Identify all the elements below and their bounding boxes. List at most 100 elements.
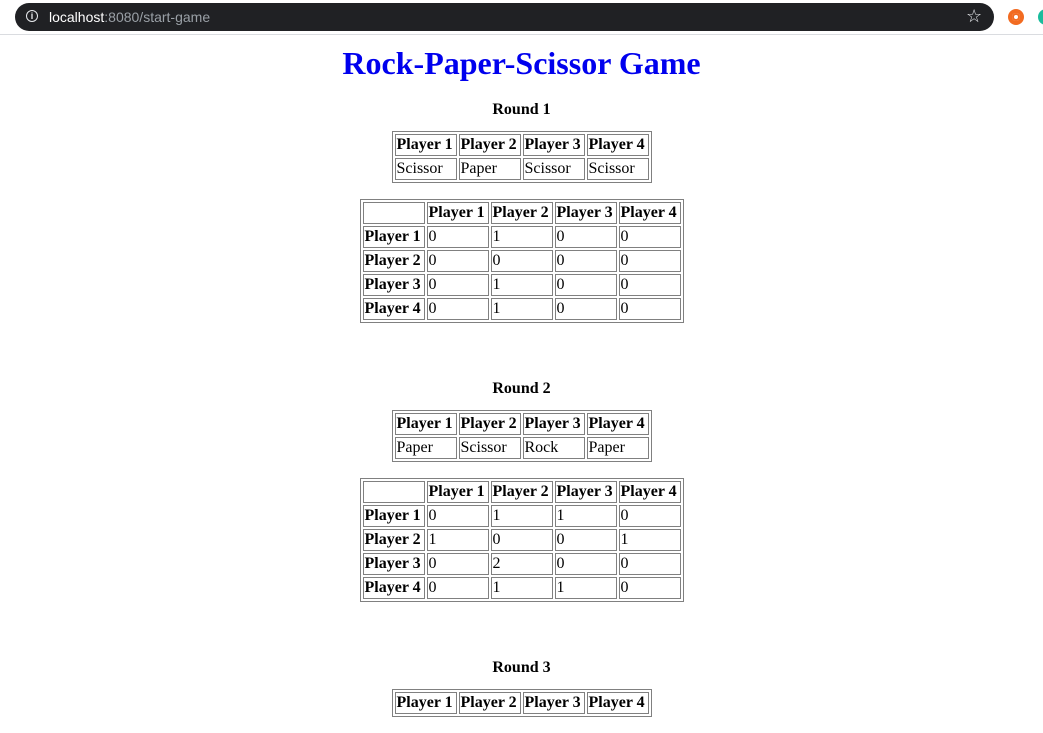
column-header: Player 1 — [394, 134, 457, 156]
table-row: Player 4 0 1 0 0 — [362, 298, 681, 320]
round-section: Round 1 Player 1 Player 2 Player 3 Playe… — [0, 92, 1043, 323]
choice-cell: Scissor — [458, 437, 521, 459]
column-header: Player 4 — [618, 481, 681, 503]
url-path: :8080/start-game — [104, 9, 211, 25]
corner-cell — [362, 202, 425, 224]
column-header: Player 2 — [458, 413, 521, 435]
matrix-cell: 1 — [618, 529, 681, 551]
choices-table: Player 1 Player 2 Player 3 Player 4 Pape… — [391, 410, 652, 462]
choice-cell: Scissor — [586, 158, 649, 180]
row-header: Player 1 — [362, 505, 425, 527]
score-matrix-table: Player 1 Player 2 Player 3 Player 4 Play… — [359, 199, 684, 323]
column-header: Player 2 — [490, 202, 553, 224]
matrix-cell: 1 — [490, 274, 553, 296]
matrix-cell: 0 — [426, 274, 489, 296]
matrix-cell: 0 — [618, 298, 681, 320]
column-header: Player 1 — [394, 692, 457, 714]
column-header: Player 4 — [586, 692, 649, 714]
matrix-cell: 0 — [554, 226, 617, 248]
choices-table: Player 1 Player 2 Player 3 Player 4 — [391, 689, 652, 717]
table-header-row: Player 1 Player 2 Player 3 Player 4 — [394, 692, 649, 714]
round-section: Round 2 Player 1 Player 2 Player 3 Playe… — [0, 323, 1043, 602]
matrix-cell: 1 — [554, 505, 617, 527]
column-header: Player 2 — [458, 134, 521, 156]
extension-icon[interactable] — [1008, 9, 1024, 25]
matrix-cell: 0 — [426, 226, 489, 248]
column-header: Player 3 — [554, 481, 617, 503]
column-header: Player 3 — [522, 692, 585, 714]
choice-cell: Paper — [394, 437, 457, 459]
matrix-cell: 2 — [490, 553, 553, 575]
table-row: Player 4 0 1 1 0 — [362, 577, 681, 599]
matrix-cell: 1 — [490, 226, 553, 248]
column-header: Player 2 — [490, 481, 553, 503]
matrix-cell: 0 — [618, 226, 681, 248]
row-header: Player 2 — [362, 529, 425, 551]
row-header: Player 2 — [362, 250, 425, 272]
matrix-cell: 0 — [554, 250, 617, 272]
score-matrix-table: Player 1 Player 2 Player 3 Player 4 Play… — [359, 478, 684, 602]
matrix-cell: 0 — [554, 298, 617, 320]
round-title: Round 2 — [492, 380, 551, 397]
matrix-cell: 0 — [618, 577, 681, 599]
table-row: Paper Scissor Rock Paper — [394, 437, 649, 459]
column-header: Player 4 — [618, 202, 681, 224]
table-row: Player 3 0 1 0 0 — [362, 274, 681, 296]
table-header-row: Player 1 Player 2 Player 3 Player 4 — [394, 413, 649, 435]
matrix-cell: 0 — [490, 529, 553, 551]
column-header: Player 3 — [554, 202, 617, 224]
table-row: Player 2 1 0 0 1 — [362, 529, 681, 551]
url-host: localhost — [49, 9, 105, 25]
choice-cell: Paper — [586, 437, 649, 459]
row-header: Player 1 — [362, 226, 425, 248]
table-row: Player 2 0 0 0 0 — [362, 250, 681, 272]
table-row: Player 3 0 2 0 0 — [362, 553, 681, 575]
table-header-row: Player 1 Player 2 Player 3 Player 4 — [362, 202, 681, 224]
corner-cell — [362, 481, 425, 503]
round-title: Round 3 — [492, 659, 551, 676]
column-header: Player 3 — [522, 413, 585, 435]
table-row: Scissor Paper Scissor Scissor — [394, 158, 649, 180]
column-header: Player 2 — [458, 692, 521, 714]
choice-cell: Scissor — [394, 158, 457, 180]
extension-icon-2[interactable] — [1038, 9, 1043, 25]
matrix-cell: 0 — [554, 529, 617, 551]
matrix-cell: 0 — [618, 505, 681, 527]
matrix-cell: 0 — [554, 553, 617, 575]
column-header: Player 1 — [426, 202, 489, 224]
matrix-cell: 0 — [618, 250, 681, 272]
table-row: Player 1 0 1 1 0 — [362, 505, 681, 527]
matrix-cell: 0 — [426, 577, 489, 599]
row-header: Player 4 — [362, 577, 425, 599]
choice-cell: Rock — [522, 437, 585, 459]
matrix-cell: 1 — [490, 505, 553, 527]
round-title: Round 1 — [492, 101, 551, 118]
bookmark-star-icon[interactable]: ☆ — [966, 6, 982, 26]
table-row: Player 1 0 1 0 0 — [362, 226, 681, 248]
address-bar[interactable]: i localhost:8080/start-game ☆ — [15, 3, 994, 31]
matrix-cell: 1 — [554, 577, 617, 599]
browser-toolbar: i localhost:8080/start-game ☆ — [0, 0, 1043, 35]
matrix-cell: 1 — [490, 298, 553, 320]
matrix-cell: 0 — [426, 505, 489, 527]
matrix-cell: 0 — [426, 298, 489, 320]
row-header: Player 3 — [362, 274, 425, 296]
url-text[interactable]: localhost:8080/start-game — [49, 9, 210, 25]
matrix-cell: 0 — [554, 274, 617, 296]
page-title: Rock-Paper-Scissor Game — [342, 45, 701, 81]
column-header: Player 1 — [394, 413, 457, 435]
matrix-cell: 0 — [618, 553, 681, 575]
matrix-cell: 0 — [618, 274, 681, 296]
column-header: Player 4 — [586, 134, 649, 156]
choice-cell: Paper — [458, 158, 521, 180]
matrix-cell: 1 — [426, 529, 489, 551]
row-header: Player 4 — [362, 298, 425, 320]
page-content: Rock-Paper-Scissor Game Round 1 Player 1… — [0, 35, 1043, 717]
matrix-cell: 0 — [426, 553, 489, 575]
matrix-cell: 0 — [426, 250, 489, 272]
choices-table: Player 1 Player 2 Player 3 Player 4 Scis… — [391, 131, 652, 183]
column-header: Player 1 — [426, 481, 489, 503]
info-icon[interactable]: i — [26, 10, 38, 22]
round-section: Round 3 Player 1 Player 2 Player 3 Playe… — [0, 602, 1043, 717]
matrix-cell: 0 — [490, 250, 553, 272]
